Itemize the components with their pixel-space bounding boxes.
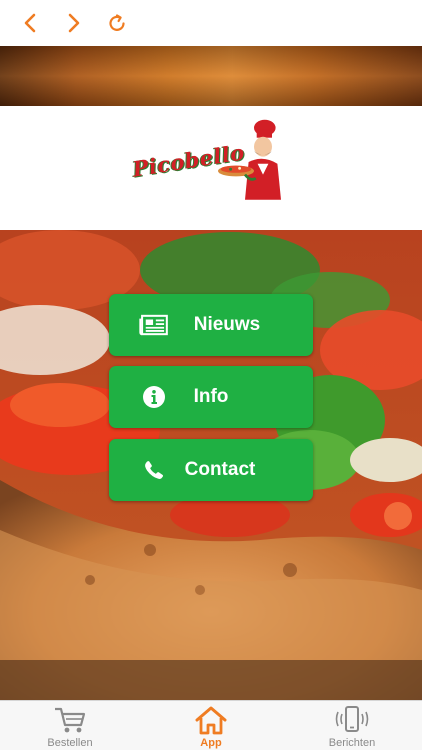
tab-label-bestellen: Bestellen <box>47 737 93 749</box>
tab-label-berichten: Berichten <box>328 737 376 749</box>
menu-label-contact: Contact <box>184 459 256 480</box>
picobello-logo: Picobello <box>128 118 298 218</box>
back-button[interactable] <box>16 8 46 38</box>
bottom-tab-bar: Bestellen App Berichten <box>0 700 422 750</box>
tab-app[interactable]: App <box>141 701 281 750</box>
menu-button-info[interactable]: Info <box>109 366 313 428</box>
forward-button[interactable] <box>58 8 88 38</box>
top-navigation-bar <box>0 0 422 46</box>
menu-label-info: Info <box>193 386 229 407</box>
menu-button-contact[interactable]: Contact <box>109 439 313 501</box>
chef-icon <box>218 119 281 200</box>
tab-label-app: App <box>200 737 222 749</box>
header-banner <box>0 46 422 106</box>
chevron-left-icon <box>24 13 36 33</box>
chevron-right-icon <box>68 13 80 33</box>
vibrating-phone-icon <box>335 705 369 735</box>
logo-area: Picobello <box>0 106 422 230</box>
menu-button-nieuws[interactable]: Nieuws <box>109 294 313 356</box>
menu-label-nieuws: Nieuws <box>193 314 261 335</box>
reload-icon <box>109 14 125 31</box>
cart-icon <box>53 705 87 735</box>
home-icon <box>194 705 228 735</box>
tab-bestellen[interactable]: Bestellen <box>0 701 140 750</box>
tab-berichten[interactable]: Berichten <box>282 701 422 750</box>
reload-button[interactable] <box>102 8 132 38</box>
